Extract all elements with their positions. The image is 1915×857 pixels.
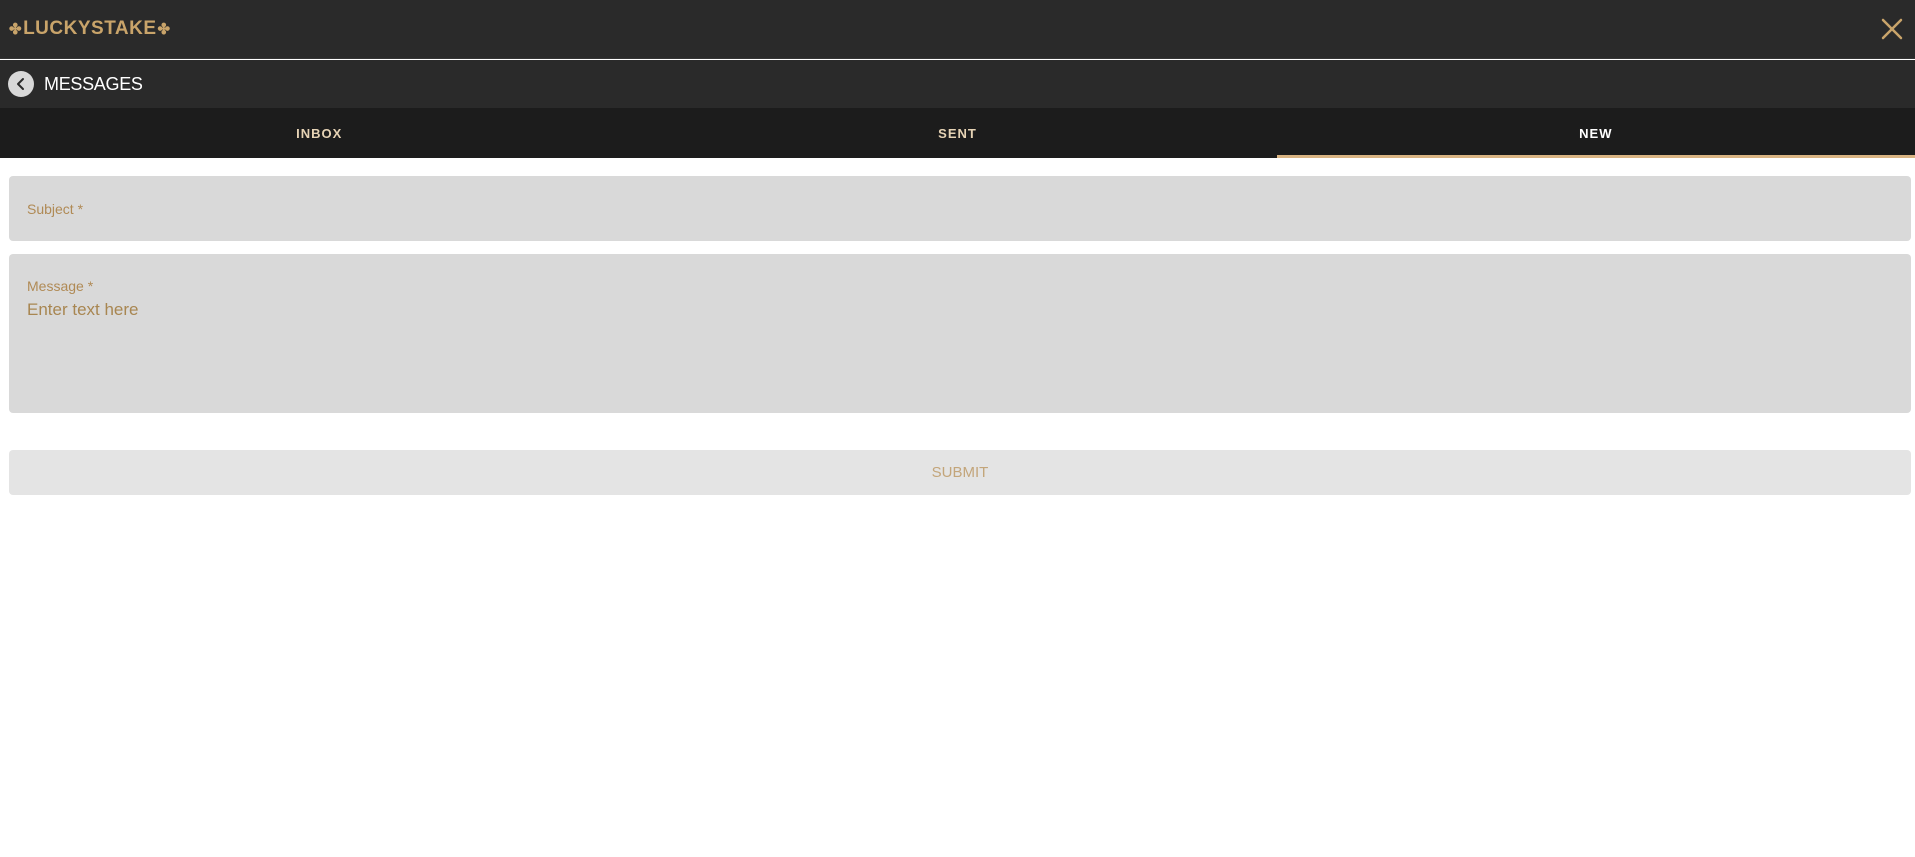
message-field[interactable]: Message * — [9, 254, 1911, 413]
top-bar: ✤ LUCKYSTAKE ✤ — [0, 0, 1915, 59]
brand-logo-text: LUCKYSTAKE — [23, 18, 157, 39]
subject-input[interactable] — [27, 212, 1893, 234]
message-label: Message * — [27, 278, 94, 294]
clover-icon: ✤ — [157, 21, 171, 38]
page-title: MESSAGES — [44, 73, 143, 94]
submit-button[interactable]: SUBMIT — [9, 450, 1911, 495]
subject-field[interactable]: Subject * — [9, 176, 1911, 241]
page-header: MESSAGES — [0, 60, 1915, 108]
message-input[interactable] — [27, 300, 1893, 400]
tab-sent[interactable]: SENT — [638, 108, 1276, 158]
tab-inbox[interactable]: INBOX — [0, 108, 638, 158]
clover-icon: ✤ — [9, 21, 23, 38]
tab-new[interactable]: NEW — [1276, 108, 1915, 158]
chevron-left-icon — [17, 78, 24, 90]
brand-logo[interactable]: ✤ LUCKYSTAKE ✤ — [8, 17, 172, 41]
tab-bar: INBOX SENT NEW — [0, 108, 1915, 158]
close-icon — [1881, 18, 1903, 40]
close-button[interactable] — [1879, 16, 1905, 42]
back-button[interactable] — [8, 71, 34, 97]
